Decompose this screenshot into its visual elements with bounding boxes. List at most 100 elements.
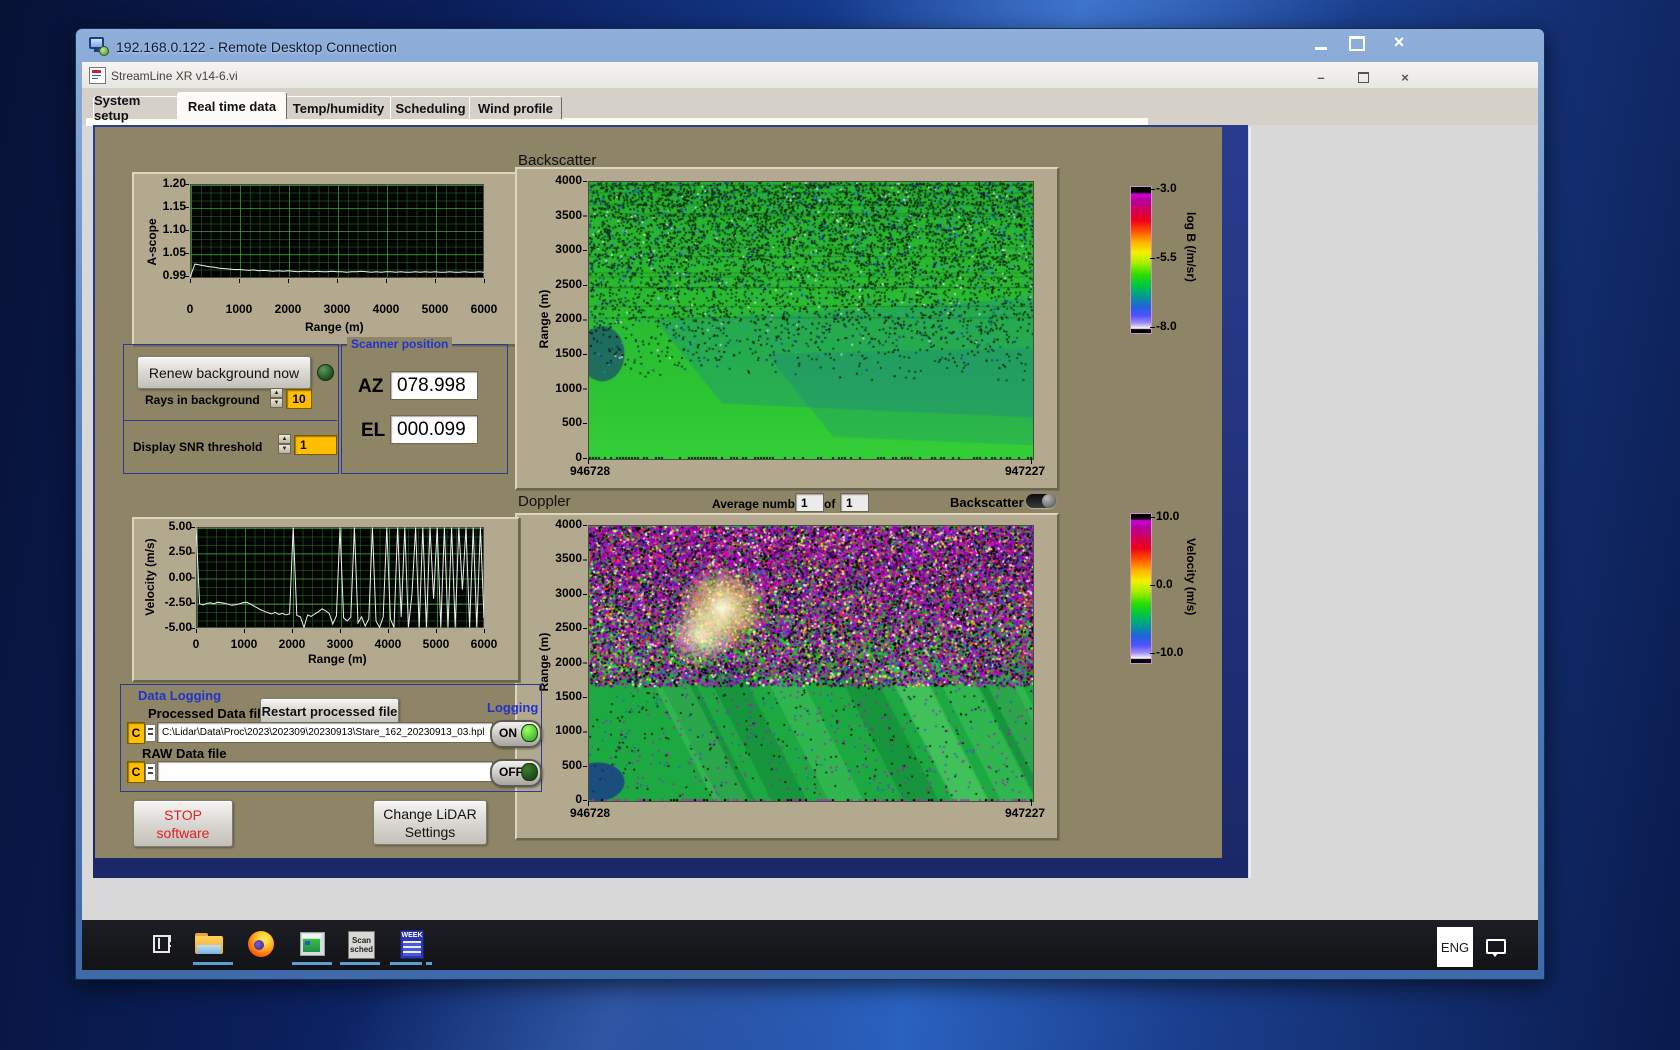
- rays-in-background-stepper[interactable]: ▲ ▼: [270, 388, 283, 408]
- raw-path-field[interactable]: [157, 761, 493, 782]
- average-number-field[interactable]: 1: [795, 493, 824, 512]
- el-label: EL: [361, 420, 385, 442]
- doppler-title: Doppler: [518, 493, 571, 510]
- scan-scheduler-icon[interactable]: Scan sched: [348, 931, 375, 959]
- display-snr-threshold-field[interactable]: 1: [294, 435, 337, 455]
- renew-background-button[interactable]: Renew background now: [137, 356, 311, 389]
- ascope-xlabel: Range (m): [305, 320, 364, 334]
- language-indicator[interactable]: ENG: [1437, 927, 1473, 967]
- ascope-xtick-marks: [190, 279, 485, 283]
- backscatter-colorbar-tick: -3.0: [1156, 181, 1177, 195]
- running-indicator: [390, 962, 422, 965]
- week-app-icon[interactable]: WEEK: [400, 930, 424, 959]
- az-value-field[interactable]: 078.998: [390, 371, 478, 400]
- doppler-colorbar-tick: 10.0: [1156, 509, 1179, 523]
- doppler-ytick: 1500: [522, 689, 582, 703]
- of-label: of: [824, 497, 835, 511]
- stop-software-button[interactable]: STOP software: [133, 800, 233, 847]
- rdp-close-button[interactable]: ×: [1380, 31, 1418, 54]
- rdp-minimize-button[interactable]: [1306, 35, 1336, 53]
- stepper-up-icon[interactable]: ▲: [278, 434, 291, 444]
- backscatter-ytick: 0: [522, 450, 582, 464]
- backscatter-ytick: 3000: [522, 242, 582, 256]
- processed-browse-icon[interactable]: [145, 724, 156, 742]
- close-icon: ×: [1394, 32, 1405, 53]
- vi-close-button[interactable]: ×: [1394, 69, 1416, 85]
- ascope-xtick: 6000: [454, 302, 514, 316]
- processed-data-file-label: Processed Data file: [148, 706, 268, 721]
- rdp-maximize-button[interactable]: [1342, 34, 1372, 52]
- velocity-trace: [196, 527, 484, 628]
- doppler-ytick: 3500: [522, 551, 582, 565]
- change-lidar-line1: Change LiDAR: [383, 805, 476, 823]
- stop-software-line1: STOP: [164, 806, 202, 824]
- average-total-field[interactable]: 1: [840, 493, 869, 512]
- vi-icon: [89, 67, 106, 84]
- doppler-colorbar-label: Velocity (m/s): [1184, 538, 1198, 615]
- backscatter-ytick: 2000: [522, 311, 582, 325]
- restore-icon: [1358, 72, 1369, 83]
- backscatter-ytick: 1000: [522, 381, 582, 395]
- change-lidar-line2: Settings: [405, 823, 456, 841]
- doppler-xtick-left: 946728: [570, 806, 610, 820]
- scanner-position-title: Scanner position: [347, 337, 452, 351]
- stepper-down-icon[interactable]: ▼: [270, 398, 283, 408]
- doppler-colorbar-tick: -10.0: [1156, 645, 1183, 659]
- backscatter-colorbar-label: log B (/m/sr): [1184, 212, 1198, 282]
- processed-drive-button[interactable]: C: [127, 722, 145, 744]
- processed-path-field[interactable]: C:\Lidar\Data\Proc\2023\202309\20230913\…: [157, 722, 493, 743]
- display-snr-threshold-stepper[interactable]: ▲ ▼: [278, 434, 291, 454]
- tab-scheduling[interactable]: Scheduling: [390, 96, 471, 119]
- doppler-ytick: 500: [522, 758, 582, 772]
- doppler-heatmap-canvas: [588, 525, 1034, 802]
- velocity-ytick: -2.50: [132, 595, 192, 609]
- doppler-ytick: 4000: [522, 517, 582, 531]
- backscatter-toggle[interactable]: [1026, 494, 1056, 508]
- backscatter-ytick: 3500: [522, 208, 582, 222]
- restart-processed-file-button[interactable]: Restart processed file: [260, 698, 399, 724]
- backscatter-xtick-left: 946728: [570, 464, 610, 478]
- velocity-xtick: 6000: [454, 637, 514, 651]
- stepper-up-icon[interactable]: ▲: [270, 388, 283, 398]
- week-icon-text: WEEK: [401, 932, 423, 939]
- raw-browse-icon[interactable]: [145, 763, 156, 781]
- backscatter-ytick: 1500: [522, 346, 582, 360]
- ascope-ytick: 1.15: [126, 199, 186, 213]
- stepper-down-icon[interactable]: ▼: [278, 444, 291, 454]
- display-snr-threshold-label: Display SNR threshold: [133, 440, 262, 454]
- running-indicator: [193, 962, 233, 965]
- vi-restore-button[interactable]: [1352, 69, 1374, 85]
- minimize-icon: [1315, 47, 1327, 50]
- rays-in-background-label: Rays in background: [145, 393, 260, 407]
- tick-mark: [1150, 585, 1155, 586]
- average-number-label: Average number: [712, 497, 806, 511]
- rdp-window-title: 192.168.0.122 - Remote Desktop Connectio…: [116, 39, 397, 55]
- rays-in-background-field[interactable]: 10: [286, 389, 312, 409]
- streamline-app-icon[interactable]: [300, 932, 325, 956]
- firefox-icon[interactable]: [248, 931, 274, 957]
- tick-mark: [1150, 517, 1155, 518]
- task-view-icon[interactable]: [153, 933, 173, 953]
- tab-real-time-data[interactable]: Real time data: [177, 92, 287, 119]
- panel-edge-highlight: [1249, 127, 1251, 878]
- tab-system-setup[interactable]: System setup: [93, 96, 179, 119]
- background-controls-divider: [123, 420, 337, 421]
- tab-wind-profile[interactable]: Wind profile: [469, 96, 562, 119]
- raw-drive-button[interactable]: C: [127, 761, 145, 783]
- backscatter-colorbar-tick: -8.0: [1156, 319, 1177, 333]
- doppler-ytick: 1000: [522, 723, 582, 737]
- running-indicator: [340, 962, 380, 965]
- change-lidar-settings-button[interactable]: Change LiDAR Settings: [373, 800, 487, 845]
- vi-minimize-button[interactable]: –: [1310, 69, 1332, 85]
- el-value-field[interactable]: 000.099: [390, 415, 478, 444]
- velocity-xtick-marks: [196, 629, 485, 633]
- rdp-icon: [89, 37, 109, 54]
- ascope-ytick: 1.20: [126, 176, 186, 190]
- running-indicator: [292, 962, 332, 965]
- tick-mark: [1150, 653, 1155, 654]
- ascope-ytick: 1.05: [126, 245, 186, 259]
- backscatter-colorbar-tick: -5.5: [1156, 250, 1177, 264]
- tab-temp-humidity[interactable]: Temp/humidity: [285, 96, 392, 119]
- notification-bubble-icon[interactable]: [1486, 939, 1506, 959]
- file-explorer-icon[interactable]: [195, 931, 223, 957]
